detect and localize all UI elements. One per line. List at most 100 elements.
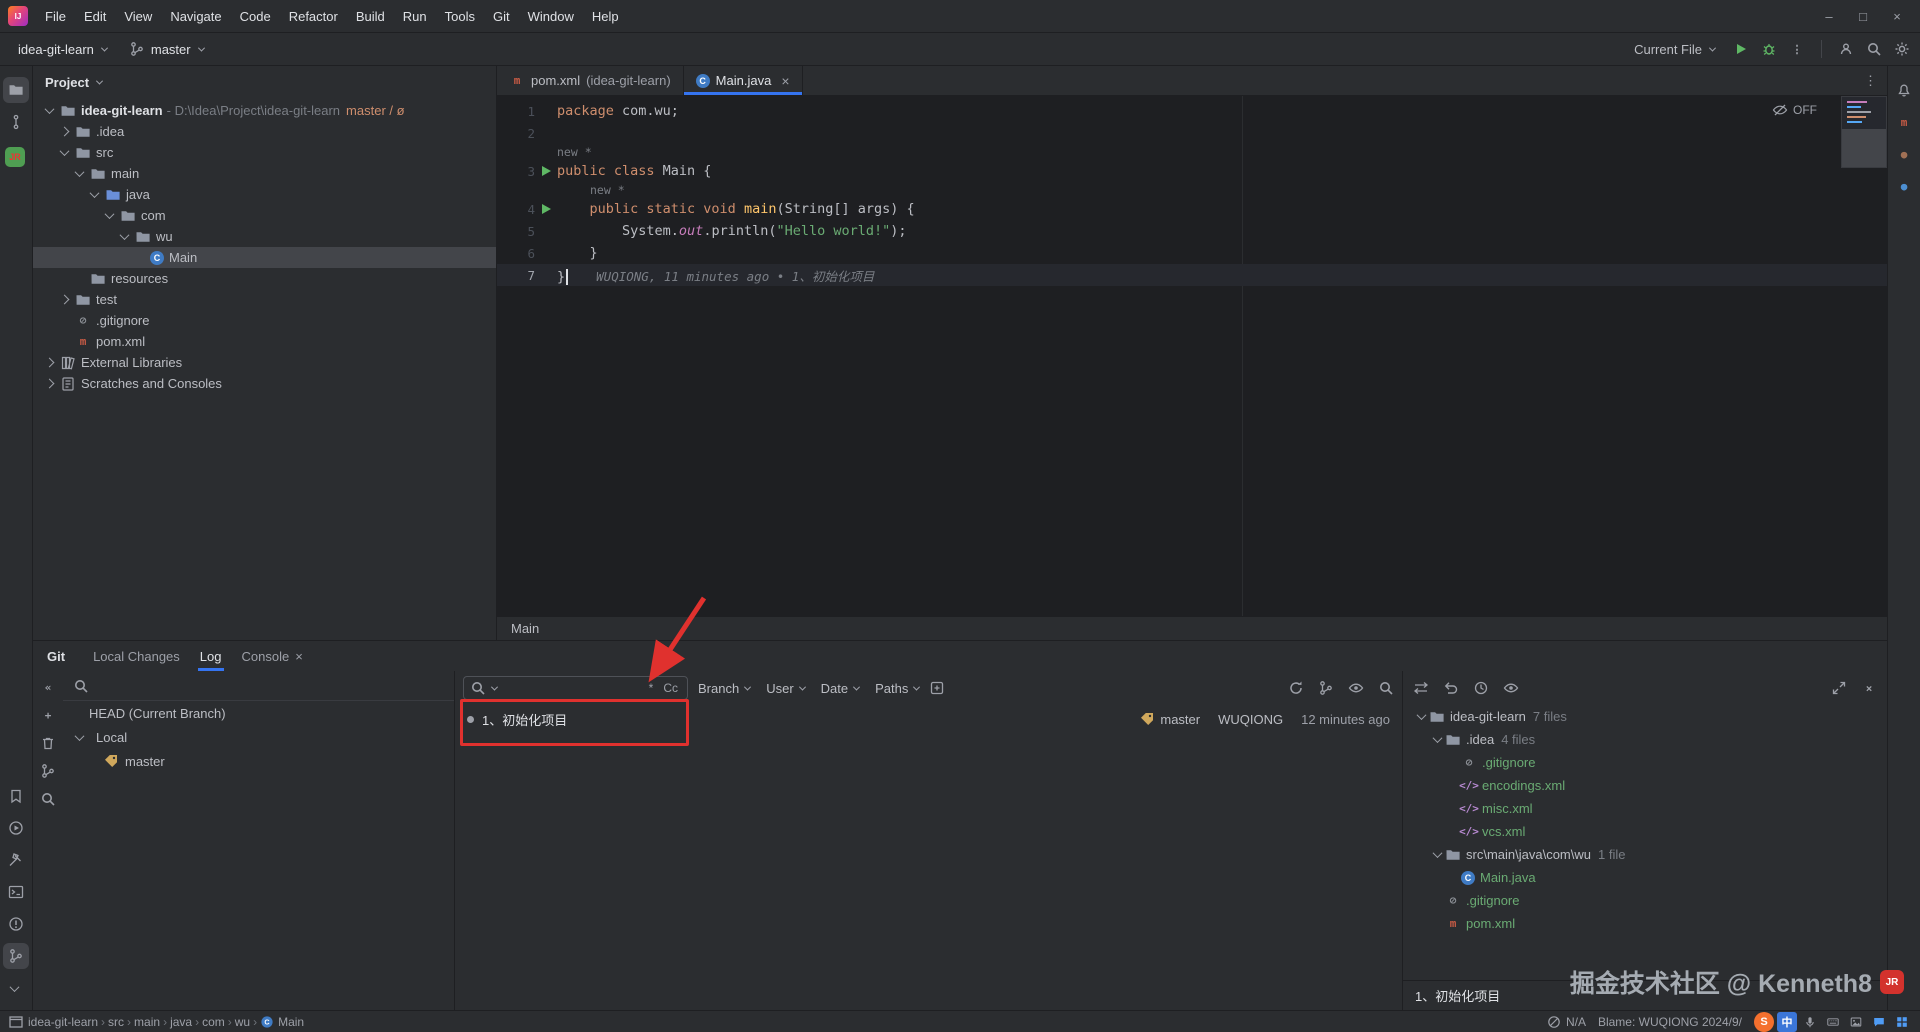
project-widget[interactable]: idea-git-learn <box>10 38 115 61</box>
chevron-down-icon[interactable] <box>74 167 85 178</box>
chinese-input-icon[interactable]: 中 <box>1777 1011 1797 1032</box>
commit-file-gitignore[interactable]: ⊘ .gitignore <box>1403 751 1887 774</box>
menu-git[interactable]: Git <box>484 5 519 28</box>
project-tree-item-external-libraries[interactable]: External Libraries <box>33 352 496 373</box>
delete-icon[interactable] <box>40 735 56 751</box>
commit-file-src-main-java-com-wu[interactable]: src\main\java\com\wu 1 file <box>1403 843 1887 866</box>
run-gutter[interactable] <box>535 201 557 217</box>
status-breadcrumb-wu[interactable]: wu <box>235 1015 250 1029</box>
chevron-down-icon[interactable] <box>59 146 70 157</box>
menu-code[interactable]: Code <box>231 5 280 28</box>
tab-options-icon[interactable]: ⋮ <box>1864 66 1887 95</box>
run-icon[interactable] <box>1733 41 1749 57</box>
status-breadcrumb-src[interactable]: src <box>108 1015 124 1029</box>
project-tree-item-scratches-and-consoles[interactable]: Scratches and Consoles <box>33 373 496 394</box>
project-tree-item-idea-git-learn[interactable]: idea-git-learn - D:\Idea\Project\idea-gi… <box>33 100 496 121</box>
breadcrumb-item-main[interactable]: Main <box>511 621 539 636</box>
project-tree-item-src[interactable]: src <box>33 142 496 163</box>
filter-dropdown-user[interactable]: User <box>766 681 806 696</box>
close-icon[interactable]: × <box>1861 680 1877 696</box>
status-breadcrumb-main[interactable]: main <box>134 1015 160 1029</box>
project-tree-item-idea[interactable]: .idea <box>33 121 496 142</box>
settings-icon[interactable] <box>1894 41 1910 57</box>
project-tree-item-java[interactable]: java <box>33 184 496 205</box>
chevron-down-icon[interactable] <box>1432 848 1443 859</box>
menu-tools[interactable]: Tools <box>436 5 484 28</box>
chevron-right-icon[interactable] <box>59 294 70 305</box>
match-case-toggle[interactable]: Cc <box>660 681 681 695</box>
chevron-down-icon[interactable] <box>74 730 85 741</box>
keyboard-icon[interactable] <box>1823 1012 1843 1032</box>
blame-status[interactable]: Blame: WUQIONG 2024/9/ <box>1598 1015 1742 1029</box>
close-tab-icon[interactable]: × <box>781 73 789 89</box>
find-icon[interactable] <box>1378 680 1394 696</box>
chevron-down-icon[interactable] <box>1416 710 1427 721</box>
commit-file-pom-xml[interactable]: m pom.xml <box>1403 912 1887 935</box>
menu-file[interactable]: File <box>36 5 75 28</box>
branch-group-local[interactable]: Local <box>63 725 454 749</box>
chevron-down-icon[interactable] <box>44 104 55 115</box>
branch-item-head[interactable]: HEAD (Current Branch) <box>63 701 454 725</box>
history-icon[interactable] <box>1473 680 1489 696</box>
maven-button[interactable]: m <box>1891 109 1917 135</box>
commit-file-gitignore[interactable]: ⊘ .gitignore <box>1403 889 1887 912</box>
project-tree-item-test[interactable]: test <box>33 289 496 310</box>
filter-dropdown-branch[interactable]: Branch <box>698 681 752 696</box>
chevron-down-icon[interactable] <box>89 188 100 199</box>
regex-toggle[interactable]: * <box>646 681 657 695</box>
branch-search-field[interactable] <box>63 671 454 701</box>
collapse-icon[interactable]: « <box>40 679 56 695</box>
branch-widget[interactable]: master <box>121 37 212 61</box>
chevron-down-icon[interactable] <box>96 77 104 85</box>
compare-icon[interactable] <box>1413 680 1429 696</box>
more-vertical-icon[interactable]: ⋮ <box>1789 41 1805 57</box>
compare-branches-icon[interactable] <box>1318 680 1334 696</box>
commit-row[interactable]: 1、初始化项目 master WUQIONG 12 minutes ago <box>455 705 1402 733</box>
run-configuration-selector[interactable]: Current File <box>1626 38 1723 61</box>
commit-file-encodings-xml[interactable]: </> encodings.xml <box>1403 774 1887 797</box>
eye-icon[interactable] <box>1348 680 1364 696</box>
menu-window[interactable]: Window <box>519 5 583 28</box>
chat-icon[interactable] <box>1869 1012 1889 1032</box>
status-breadcrumb-com[interactable]: com <box>202 1015 225 1029</box>
debug-icon[interactable] <box>1761 41 1777 57</box>
menu-run[interactable]: Run <box>394 5 436 28</box>
chevron-right-icon[interactable] <box>44 378 55 389</box>
chevron-down-icon[interactable] <box>1432 733 1443 744</box>
project-tree-item-resources[interactable]: resources <box>33 268 496 289</box>
gradle-button[interactable]: ● <box>1891 173 1917 199</box>
code-editor[interactable]: OFF 1 package com.wu; 2 new * 3 public class … <box>497 96 1887 616</box>
add-icon[interactable]: + <box>40 707 56 723</box>
commit-file-vcs-xml[interactable]: </> vcs.xml <box>1403 820 1887 843</box>
project-tree-item-com[interactable]: com <box>33 205 496 226</box>
maximize-icon[interactable]: □ <box>1846 3 1880 29</box>
commit-file-main-java[interactable]: C Main.java <box>1403 866 1887 889</box>
mic-icon[interactable] <box>1800 1012 1820 1032</box>
sogou-icon[interactable]: S <box>1754 1011 1774 1032</box>
run-gutter[interactable] <box>535 163 557 179</box>
git-inlay-hint[interactable]: new * <box>590 183 625 197</box>
menu-refactor[interactable]: Refactor <box>280 5 347 28</box>
refresh-icon[interactable] <box>1288 680 1304 696</box>
chevron-down-icon[interactable] <box>104 209 115 220</box>
collaborate-icon[interactable] <box>1838 41 1854 57</box>
branch-icon[interactable] <box>40 763 56 779</box>
chevron-more-button[interactable] <box>3 975 29 1001</box>
run-line-icon[interactable] <box>538 163 554 179</box>
terminal-button[interactable] <box>3 879 29 905</box>
editor-tab-main-java[interactable]: C Main.java × <box>683 66 803 95</box>
inline-blame-hint[interactable]: WUQIONG, 11 minutes ago • 1、初始化项目 <box>596 269 874 284</box>
preview-icon[interactable] <box>1503 680 1519 696</box>
editor-tab-pom-xml[interactable]: m pom.xml (idea-git-learn) <box>497 66 684 95</box>
expand-icon[interactable] <box>1831 680 1847 696</box>
open-new-tab-icon[interactable] <box>929 680 945 696</box>
git-tab-console[interactable]: Console × <box>232 641 313 671</box>
status-breadcrumb-idea-git-learn[interactable]: idea-git-learn <box>8 1014 98 1030</box>
project-folder-button[interactable] <box>3 77 29 103</box>
bookmarks-button[interactable] <box>3 783 29 809</box>
project-tree-item-wu[interactable]: wu <box>33 226 496 247</box>
start-grid-icon[interactable] <box>1892 1012 1912 1032</box>
chevron-down-icon[interactable] <box>119 230 130 241</box>
branch-item-master[interactable]: master <box>63 749 454 773</box>
close-icon[interactable]: × <box>1880 3 1914 29</box>
